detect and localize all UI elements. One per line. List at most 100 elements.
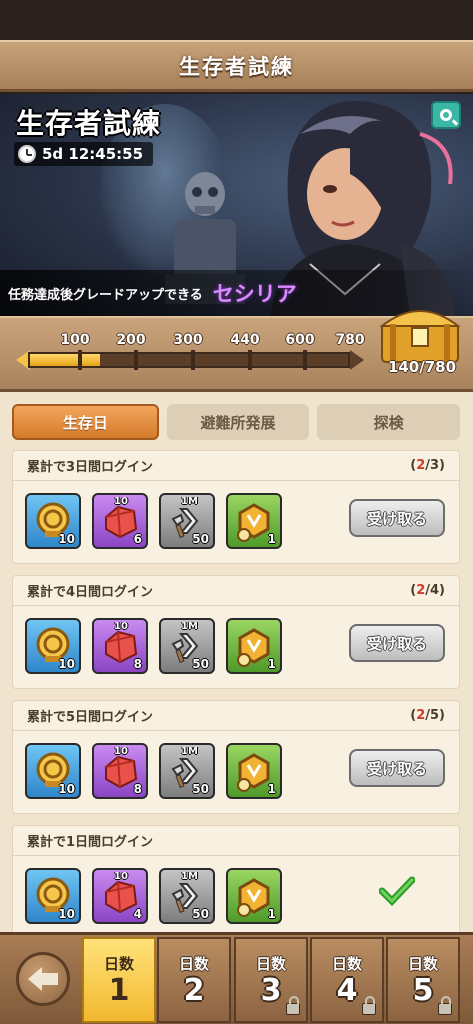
reward-quantity: 10 — [58, 657, 75, 671]
reward-quantity: 1 — [267, 657, 276, 671]
day-number: 1 — [108, 972, 130, 1008]
reward-quantity: 8 — [133, 657, 142, 671]
status-bar — [0, 0, 473, 40]
reward-quantity: 1 — [267, 907, 276, 921]
task-progress: (2/3) — [410, 458, 445, 473]
task-rewards: 10 10 8 1M 50 1 受け取る — [13, 731, 459, 805]
reward-item[interactable]: 1 — [226, 868, 282, 924]
reward-item[interactable]: 10 4 — [92, 868, 148, 924]
event-timer: 5d 12:45:55 — [14, 142, 154, 166]
task-header: 累計で5日間ログイン (2/5) — [13, 701, 459, 731]
task-card: 累計で5日間ログイン (2/5) 10 10 8 1M 50 1 受け取る — [12, 700, 460, 814]
category-tabs: 生存日 避難所発展 探検 — [12, 404, 461, 440]
reward-item[interactable]: 10 8 — [92, 618, 148, 674]
day-label: 日数 — [407, 954, 438, 973]
reward-quantity: 6 — [133, 532, 142, 546]
clock-icon — [18, 145, 36, 163]
back-arrow-icon — [28, 967, 58, 991]
reward-item[interactable]: 1M 50 — [159, 493, 215, 549]
milestone-label: 200 — [116, 332, 146, 348]
back-button[interactable] — [16, 952, 70, 1006]
day-tab-2[interactable]: 日数 2 — [157, 937, 231, 1023]
timer-text: 5d 12:45:55 — [42, 145, 144, 163]
treasure-chest-icon[interactable] — [376, 302, 464, 364]
reward-tag: 1M — [181, 496, 198, 507]
tab-exploration[interactable]: 探検 — [317, 404, 461, 440]
reward-quantity: 1 — [267, 782, 276, 796]
page-title: 生存者試練 — [179, 54, 294, 79]
reward-tag: 1M — [181, 621, 198, 632]
claim-button[interactable]: 受け取る — [349, 499, 445, 537]
milestone-label: 440 — [230, 332, 260, 348]
reward-tag: 1M — [181, 746, 198, 757]
reward-tag: 1M — [181, 871, 198, 882]
reward-item[interactable]: 1 — [226, 743, 282, 799]
reward-tag: 10 — [114, 871, 128, 882]
banner-title: 生存者試練 — [16, 107, 162, 140]
reward-quantity: 50 — [192, 657, 209, 671]
day-tab-4[interactable]: 日数 4 — [310, 937, 384, 1023]
reward-quantity: 8 — [133, 782, 142, 796]
day-number: 3 — [260, 972, 282, 1008]
reward-item[interactable]: 10 — [25, 618, 81, 674]
claim-button[interactable]: 受け取る — [349, 624, 445, 662]
points-count: 140/780 — [387, 358, 457, 376]
day-number: 5 — [412, 972, 434, 1008]
reward-item[interactable]: 1M 50 — [159, 868, 215, 924]
reward-item[interactable]: 10 6 — [92, 493, 148, 549]
task-rewards: 10 10 4 1M 50 1 — [13, 856, 459, 930]
lock-icon — [286, 996, 300, 1015]
reward-tag: 10 — [114, 621, 128, 632]
task-card: 累計で3日間ログイン (2/3) 10 10 6 1M 50 1 受け取る — [12, 450, 460, 564]
day-number: 2 — [183, 972, 205, 1008]
checkmark-icon — [379, 876, 415, 906]
reward-item[interactable]: 1 — [226, 493, 282, 549]
reward-item[interactable]: 1M 50 — [159, 618, 215, 674]
day-number: 4 — [336, 972, 358, 1008]
event-banner: 生存者試練 5d 12:45:55 任務達成後グレードアップできる セシリア — [0, 94, 473, 316]
reward-quantity: 10 — [58, 907, 75, 921]
milestone-label: 780 — [335, 332, 365, 348]
reward-item[interactable]: 1M 50 — [159, 743, 215, 799]
subtitle-text: 任務達成後グレードアップできる — [8, 287, 203, 303]
day-selector-bar: 日数 1 日数 2 日数 3 日数 4 日数 5 — [0, 932, 473, 1024]
task-title: 累計で5日間ログイン — [27, 710, 154, 725]
progress-track — [28, 350, 350, 370]
points-progress: 100 200 300 440 600 780 140/780 — [0, 310, 473, 392]
task-card: 累計で4日間ログイン (2/4) 10 10 8 1M 50 1 受け取る — [12, 575, 460, 689]
reward-item[interactable]: 10 8 — [92, 743, 148, 799]
task-rewards: 10 10 8 1M 50 1 受け取る — [13, 606, 459, 680]
reward-quantity: 50 — [192, 907, 209, 921]
search-icon — [440, 109, 452, 121]
day-tab-5[interactable]: 日数 5 — [386, 937, 460, 1023]
reward-tag: 10 — [114, 746, 128, 757]
lock-icon — [438, 996, 452, 1015]
task-progress: (2/5) — [410, 708, 445, 723]
reward-quantity: 10 — [58, 782, 75, 796]
day-tab-1[interactable]: 日数 1 — [82, 937, 156, 1023]
milestone-pin — [134, 350, 138, 370]
progress-arrow-right — [350, 350, 364, 370]
tab-survival-day[interactable]: 生存日 — [12, 404, 159, 440]
hero-name: セシリア — [212, 282, 297, 306]
day-tab-3[interactable]: 日数 3 — [234, 937, 308, 1023]
reward-item[interactable]: 10 — [25, 743, 81, 799]
reward-item[interactable]: 10 — [25, 493, 81, 549]
claim-button[interactable]: 受け取る — [349, 749, 445, 787]
search-button[interactable] — [431, 101, 461, 129]
reward-tag: 10 — [114, 496, 128, 507]
day-label: 日数 — [178, 954, 209, 973]
task-card: 累計で1日間ログイン 10 10 4 1M 50 1 — [12, 825, 460, 932]
milestone-pin — [248, 350, 252, 370]
reward-item[interactable]: 10 — [25, 868, 81, 924]
tab-shelter-development[interactable]: 避難所発展 — [166, 404, 310, 440]
title-bar: 生存者試練 — [0, 40, 473, 92]
reward-item[interactable]: 1 — [226, 618, 282, 674]
day-label: 日数 — [331, 954, 362, 973]
task-progress: (2/4) — [410, 583, 445, 598]
reward-quantity: 50 — [192, 782, 209, 796]
lock-icon — [362, 996, 376, 1015]
task-title: 累計で3日間ログイン — [27, 460, 154, 475]
task-title: 累計で4日間ログイン — [27, 585, 154, 600]
reward-quantity: 50 — [192, 532, 209, 546]
